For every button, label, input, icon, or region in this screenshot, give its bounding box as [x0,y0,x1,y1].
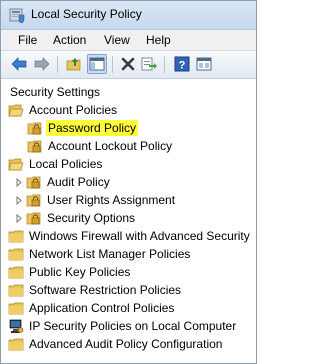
tree-node-windows-firewall[interactable]: Windows Firewall with Advanced Security [8,227,252,245]
properties-icon [196,57,212,71]
tree-label: Software Restriction Policies [29,283,182,297]
tree-node-public-key-policies[interactable]: Public Key Policies [8,263,132,281]
tree-label: Security Options [47,211,136,225]
tree-label: Public Key Policies [29,265,131,279]
policy-folder-lock-icon [27,122,42,135]
tree-label: Application Control Policies [29,301,175,315]
console-tree: Security Settings Account Policies Passw… [1,79,256,363]
properties-button[interactable] [195,55,213,73]
tree-node-user-rights-assignment[interactable]: User Rights Assignment [15,191,177,209]
ip-security-computer-icon [9,319,24,333]
svg-text:?: ? [179,60,186,72]
tree-label: Advanced Audit Policy Configuration [29,337,223,351]
help-icon: ? [174,56,190,72]
expand-chevron-icon[interactable] [15,177,23,187]
tree-node-security-settings[interactable]: Security Settings [8,83,102,101]
forward-button[interactable] [33,55,51,73]
open-folder-icon [8,104,24,117]
tree-label: Windows Firewall with Advanced Security [29,229,250,243]
show-hide-console-tree-icon [89,57,105,71]
menu-bar: File Action View Help [1,30,256,51]
tree-label: Account Lockout Policy [48,139,173,153]
folder-icon [8,302,24,315]
forward-arrow-icon [34,57,50,71]
tree-label: User Rights Assignment [47,193,176,207]
folder-icon [8,266,24,279]
policy-folder-lock-icon [27,140,42,153]
folder-icon [8,338,24,351]
tree-node-password-policy[interactable]: Password Policy [27,119,139,137]
tree-node-security-options[interactable]: Security Options [15,209,137,227]
folder-icon [8,230,24,243]
toolbar-separator [164,56,165,73]
tree-label: Audit Policy [47,175,110,189]
tree-node-audit-policy[interactable]: Audit Policy [15,173,112,191]
back-arrow-icon [11,57,27,71]
policy-folder-lock-icon [26,176,41,189]
up-folder-icon [66,58,81,71]
tree-node-network-list-manager[interactable]: Network List Manager Policies [8,245,192,263]
tree-node-account-policies[interactable]: Account Policies [8,101,119,119]
expand-chevron-icon[interactable] [15,195,23,205]
tree-label: Security Settings [10,85,101,99]
toolbar-separator [57,56,58,73]
folder-icon [8,284,24,297]
tree-node-application-control[interactable]: Application Control Policies [8,299,176,317]
toolbar-separator [112,56,113,73]
tree-node-local-policies[interactable]: Local Policies [8,155,104,173]
folder-icon [8,248,24,261]
delete-button[interactable] [119,55,137,73]
export-list-button[interactable] [140,55,158,73]
menu-file[interactable]: File [18,33,37,47]
toolbar: ? [1,51,256,79]
tree-label: IP Security Policies on Local Computer [29,319,237,333]
menu-action[interactable]: Action [53,33,86,47]
window-title: Local Security Policy [31,7,142,21]
policy-folder-lock-icon [26,212,41,225]
help-button[interactable]: ? [173,55,191,73]
delete-icon [121,57,135,71]
tree-node-advanced-audit[interactable]: Advanced Audit Policy Configuration [8,335,224,353]
tree-label-selected: Password Policy [46,120,139,136]
tree-label: Local Policies [29,157,103,171]
back-button[interactable] [10,55,28,73]
menu-view[interactable]: View [104,33,130,47]
up-one-level-button[interactable] [65,55,83,73]
tree-node-account-lockout-policy[interactable]: Account Lockout Policy [27,137,174,155]
local-security-policy-window: Local Security Policy File Action View H… [0,0,257,364]
export-list-icon [141,57,157,71]
show-hide-console-tree-button[interactable] [87,54,107,74]
expand-chevron-icon[interactable] [15,213,23,223]
title-bar[interactable]: Local Security Policy [1,1,256,30]
menu-help[interactable]: Help [146,33,171,47]
policy-folder-lock-icon [26,194,41,207]
tree-node-ip-security[interactable]: IP Security Policies on Local Computer [8,317,238,335]
tree-label: Account Policies [29,103,118,117]
tree-label: Network List Manager Policies [29,247,191,261]
tree-node-software-restriction[interactable]: Software Restriction Policies [8,281,183,299]
open-folder-icon [8,158,24,171]
security-policy-app-icon [9,8,25,23]
